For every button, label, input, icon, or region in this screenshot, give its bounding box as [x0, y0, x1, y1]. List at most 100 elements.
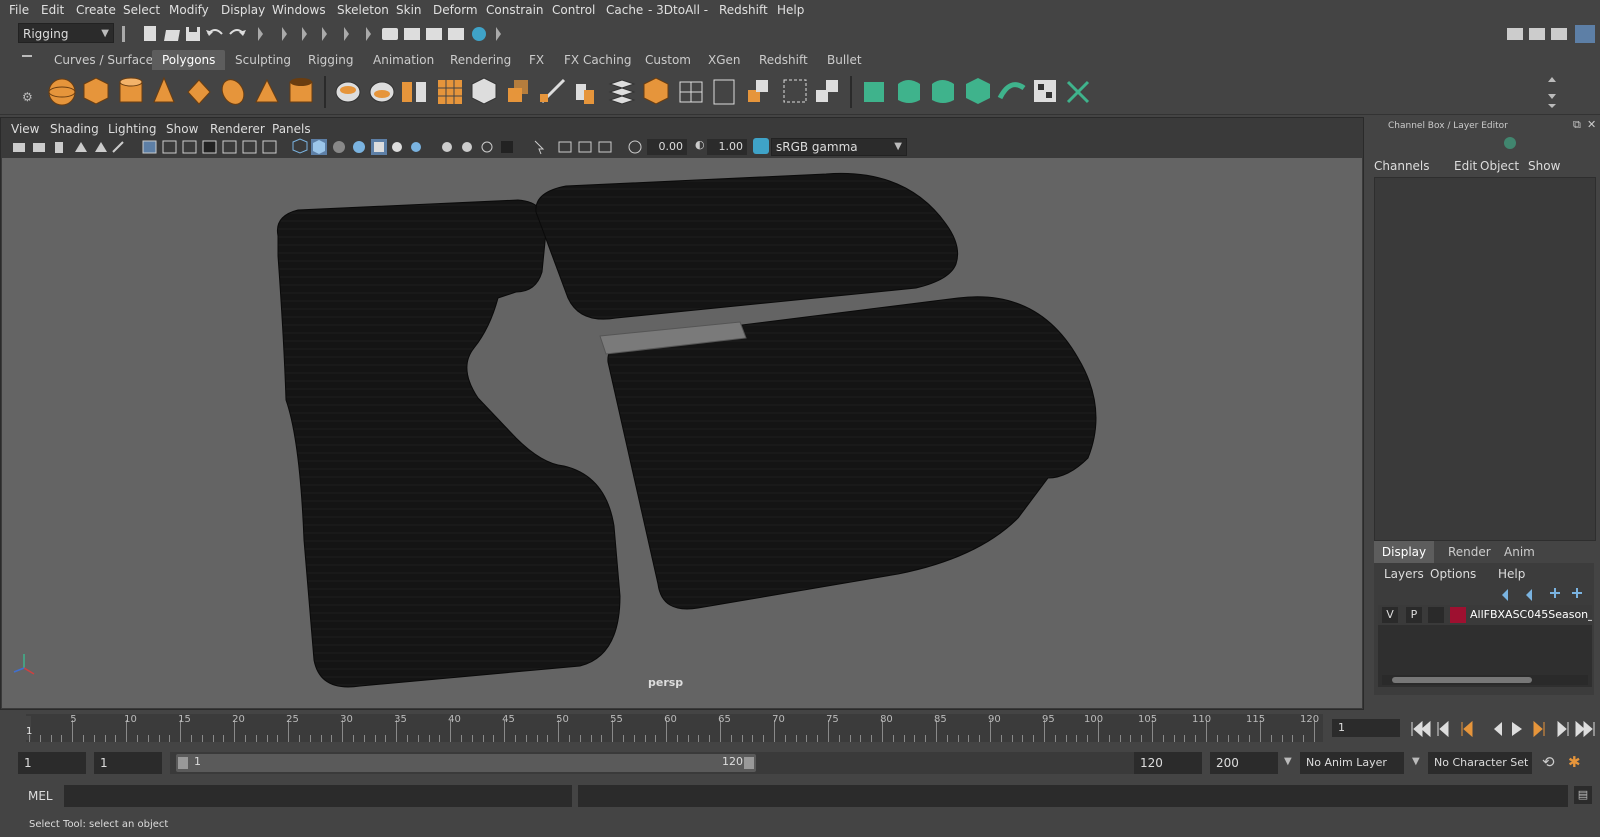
menu-modify[interactable]: Modify: [169, 3, 209, 17]
chevron-down-icon[interactable]: ▼: [1284, 756, 1292, 767]
shelf-tab-bullet[interactable]: Bullet: [825, 50, 864, 70]
shelf-icon-row[interactable]: [44, 74, 1124, 110]
layer-menu-options[interactable]: Options: [1430, 567, 1476, 581]
playback-controls[interactable]: [1408, 718, 1598, 740]
menu-cache[interactable]: Cache: [606, 3, 643, 17]
layer-visibility-toggle[interactable]: V: [1382, 607, 1398, 623]
range-handle-left[interactable]: [178, 757, 188, 769]
tab-display[interactable]: Display: [1374, 541, 1434, 563]
menu-edit[interactable]: Edit: [41, 3, 64, 17]
scrollbar-thumb[interactable]: [1392, 677, 1532, 683]
menu-control[interactable]: Control: [552, 3, 595, 17]
start-time-field[interactable]: 1: [18, 752, 86, 774]
shelf-menu-icon[interactable]: [22, 55, 32, 57]
gamma-field[interactable]: 1.00: [707, 139, 747, 155]
viewport-toolbar-icons-2[interactable]: [529, 138, 649, 156]
shelf-tab-polygons[interactable]: Polygons: [152, 50, 226, 70]
perspective-viewport[interactable]: persp: [2, 158, 1362, 708]
shelf-tab-fx[interactable]: FX: [527, 50, 546, 70]
anim-layer-dropdown[interactable]: No Anim Layer: [1300, 752, 1404, 774]
xray-icon: [534, 140, 545, 155]
viewport-menu-show[interactable]: Show: [166, 122, 198, 136]
tab-anim[interactable]: Anim: [1504, 545, 1535, 559]
viewport-menu-panels[interactable]: Panels: [272, 122, 311, 136]
menu-skin[interactable]: Skin: [396, 3, 422, 17]
menu-deform[interactable]: Deform: [433, 3, 478, 17]
viewport-menu-lighting[interactable]: Lighting: [108, 122, 157, 136]
playback-start-field[interactable]: 1: [94, 752, 162, 774]
menu-display[interactable]: Display: [221, 3, 265, 17]
step-back-frame-icon: [1437, 720, 1449, 738]
layer-color-swatch[interactable]: [1450, 607, 1466, 623]
menu-help[interactable]: Help: [777, 3, 804, 17]
shelf-tab-curves-surfaces[interactable]: Curves / Surfaces: [52, 50, 161, 70]
shelf-scroll-icon[interactable]: [1546, 74, 1558, 110]
time-tick: [763, 735, 765, 742]
layer-name[interactable]: AllFBXASC045Season_Ru: [1470, 608, 1592, 621]
shelf-tab-animation[interactable]: Animation: [371, 50, 436, 70]
range-slider[interactable]: 1 120: [170, 752, 1170, 774]
menu-file[interactable]: File: [9, 3, 29, 17]
chevron-down-icon[interactable]: ▼: [1412, 756, 1420, 767]
color-space-dropdown[interactable]: sRGB gamma ▼: [771, 138, 907, 156]
menu-set-dropdown[interactable]: Rigging ▼: [18, 23, 114, 43]
range-handle-right[interactable]: [744, 757, 754, 769]
range-slider-bar[interactable]: 1 120: [176, 754, 756, 772]
script-editor-icon[interactable]: ▤: [1574, 786, 1592, 804]
shelf-tab-rendering[interactable]: Rendering: [448, 50, 513, 70]
menu-create[interactable]: Create: [76, 3, 116, 17]
layer-action-icons[interactable]: [1498, 585, 1592, 601]
time-tick: [709, 735, 711, 742]
float-panel-icon[interactable]: ⧉: [1573, 118, 1581, 132]
channel-list[interactable]: [1374, 177, 1596, 541]
menu-constrain[interactable]: Constrain: [486, 3, 544, 17]
layer-menu-help[interactable]: Help: [1498, 567, 1525, 581]
shelf-tab-xgen[interactable]: XGen: [706, 50, 743, 70]
menu-skeleton[interactable]: Skeleton: [337, 3, 389, 17]
layer-display-type[interactable]: [1428, 607, 1444, 623]
viewport-menu-renderer[interactable]: Renderer: [210, 122, 265, 136]
attribute-editor-icon: [1529, 28, 1545, 40]
close-icon[interactable]: ✕: [1587, 118, 1596, 131]
time-tick: [320, 735, 322, 742]
layer-playback-toggle[interactable]: P: [1406, 607, 1422, 623]
layer-row[interactable]: V P AllFBXASC045Season_Ru: [1378, 605, 1592, 625]
time-tick-label: 20: [232, 714, 245, 725]
viewport-toolbar-icons[interactable]: [7, 138, 517, 156]
menu-windows[interactable]: Windows: [272, 3, 326, 17]
character-set-dropdown[interactable]: No Character Set: [1428, 752, 1532, 774]
time-tick: [795, 735, 797, 742]
shelf-settings-icon[interactable]: ⚙: [22, 90, 33, 104]
shelf-tab-redshift[interactable]: Redshift: [757, 50, 810, 70]
auto-key-icon[interactable]: ⟲: [1542, 753, 1555, 771]
new-scene-icon: [144, 26, 156, 41]
command-language-label[interactable]: MEL: [28, 789, 53, 803]
shelf-tab-custom[interactable]: Custom: [643, 50, 693, 70]
menu-3dtoall[interactable]: - 3DtoAll -: [648, 3, 708, 17]
shelf-tab-sculpting[interactable]: Sculpting: [233, 50, 293, 70]
layer-menu-layers[interactable]: Layers: [1384, 567, 1424, 581]
menu-redshift[interactable]: Redshift: [719, 3, 768, 17]
viewport-menu-shading[interactable]: Shading: [50, 122, 99, 136]
workspace-icons[interactable]: [1505, 23, 1600, 45]
shelf-tab-fx-caching[interactable]: FX Caching: [562, 50, 633, 70]
shelf-tab-rigging[interactable]: Rigging: [306, 50, 355, 70]
time-slider[interactable]: 1 5 10 15 20 25 30 35 40 45 50 55 60 65 70 75 80 85 90 95 1…: [26, 714, 1323, 742]
gamma-icon[interactable]: ◐: [695, 138, 705, 151]
channel-menu-show[interactable]: Show: [1528, 159, 1560, 173]
color-management-icon[interactable]: [753, 138, 769, 154]
command-input[interactable]: [64, 785, 572, 807]
current-frame-field[interactable]: 1: [1332, 719, 1400, 737]
exposure-field[interactable]: 0.00: [647, 139, 687, 155]
channel-menu-edit[interactable]: Edit: [1454, 159, 1477, 173]
playback-end-field[interactable]: 120: [1134, 752, 1202, 774]
channel-box-layer-editor: Channel Box / Layer Editor ⧉ ✕ Channels …: [1368, 117, 1600, 710]
channel-menu-channels[interactable]: Channels: [1374, 159, 1430, 173]
menu-select[interactable]: Select: [123, 3, 160, 17]
animation-preferences-icon[interactable]: ✱: [1568, 753, 1581, 771]
end-time-field[interactable]: 200: [1210, 752, 1278, 774]
viewport-menu-view[interactable]: View: [11, 122, 39, 136]
tab-render[interactable]: Render: [1448, 545, 1491, 559]
channel-menu-object[interactable]: Object: [1480, 159, 1519, 173]
layer-scrollbar[interactable]: [1382, 675, 1588, 685]
